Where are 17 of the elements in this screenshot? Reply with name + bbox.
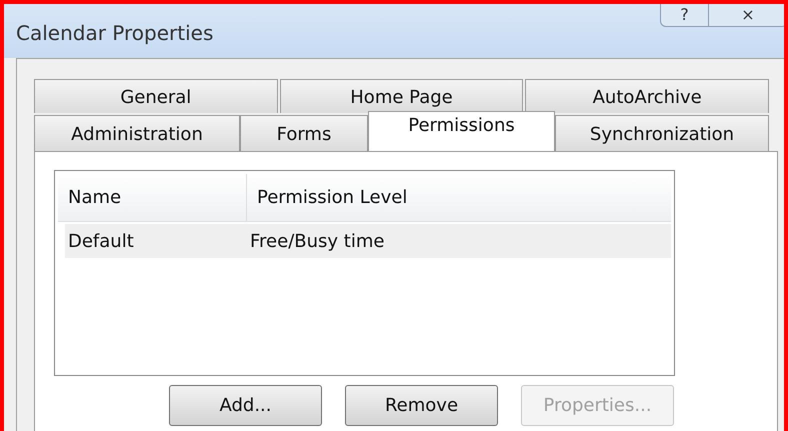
tab[interactable]: AutoArchive [525, 79, 770, 113]
help-button[interactable]: ? [661, 4, 709, 26]
dialog-button[interactable]: Remove [345, 385, 498, 426]
dialog-button[interactable]: Add... [169, 385, 322, 426]
window-title: Calendar Properties [16, 20, 214, 47]
tab[interactable]: Forms [240, 115, 368, 151]
tab[interactable]: Synchronization [555, 115, 769, 151]
column-header[interactable]: Permission Level [247, 174, 671, 221]
tab[interactable]: General [34, 79, 278, 113]
table-cell-text: Free/Busy time [249, 230, 386, 254]
tab[interactable]: Home Page [280, 79, 524, 113]
tab[interactable]: Administration [34, 115, 240, 151]
list-row[interactable]: Default Free/Busy time [65, 224, 671, 258]
column-header[interactable]: Name [58, 174, 247, 221]
tab[interactable]: Permissions [368, 111, 555, 151]
table-cell-text: Default [67, 230, 135, 254]
close-button[interactable]: ⨯ [709, 4, 784, 26]
